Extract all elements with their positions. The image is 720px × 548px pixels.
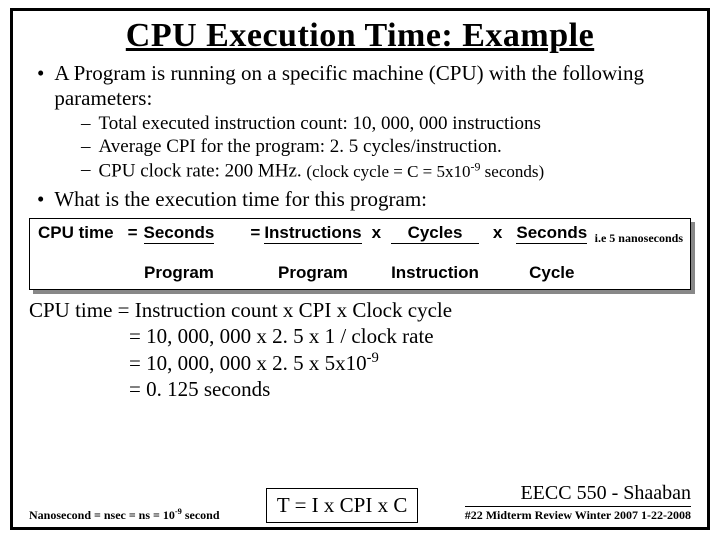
sub-3: – CPU clock rate: 200 MHz. (clock cycle … xyxy=(81,159,691,183)
sub-1: – Total executed instruction count: 10, … xyxy=(81,113,691,135)
course-label: EECC 550 - Shaaban xyxy=(465,482,691,507)
frac4: Seconds Cycle xyxy=(512,223,591,283)
l3a: = 10, 000, 000 x 2. 5 x 5x10 xyxy=(129,351,367,375)
f3bot: Instruction xyxy=(391,263,479,283)
s3c: seconds) xyxy=(480,162,544,181)
dash-icon: – xyxy=(81,113,91,135)
x2: x xyxy=(483,223,512,283)
lhs: CPU time xyxy=(38,223,128,283)
slide-title: CPU Execution Time: Example xyxy=(29,17,691,55)
x1: x xyxy=(366,223,387,283)
dash-icon: – xyxy=(81,159,91,183)
f1bot: Program xyxy=(144,263,215,283)
calc-line-4: = 0. 125 seconds xyxy=(29,377,691,402)
formula-box-wrap: CPU time = Seconds Program = Instruction… xyxy=(29,218,691,290)
f2bot: Program xyxy=(264,263,361,283)
calc-line-2: = 10, 000, 000 x 2. 5 x 1 / clock rate xyxy=(29,324,691,349)
sub-text: CPU clock rate: 200 MHz. (clock cycle = … xyxy=(99,159,545,183)
formula-table: CPU time = Seconds Program = Instruction… xyxy=(38,223,591,283)
t-formula-box: T = I x CPI x C xyxy=(266,488,418,523)
course-sub: #22 Midterm Review Winter 2007 1-22-2008 xyxy=(465,508,691,523)
slide-frame: CPU Execution Time: Example • A Program … xyxy=(10,8,710,530)
f4top: Seconds xyxy=(516,223,587,243)
f4bot: Cycle xyxy=(516,263,587,283)
dash-icon: – xyxy=(81,136,91,158)
fracline xyxy=(264,243,361,244)
eq2: = xyxy=(250,223,260,283)
fracline xyxy=(144,243,215,244)
l1: CPU time = Instruction count x CPI x Clo… xyxy=(29,298,452,323)
f2top: Instructions xyxy=(264,223,361,243)
nano-b: second xyxy=(182,508,220,522)
fracline xyxy=(391,243,479,244)
f3top: Cycles xyxy=(391,223,479,243)
fracline xyxy=(516,243,587,244)
bullet-text: What is the execution time for this prog… xyxy=(54,187,427,212)
s3a: CPU clock rate: 200 MHz. xyxy=(99,161,307,182)
frac3: Cycles Instruction xyxy=(387,223,483,283)
eq: = xyxy=(128,223,138,283)
l2: = 10, 000, 000 x 2. 5 x 1 / clock rate xyxy=(129,324,434,349)
calc-line-1: CPU time = Instruction count x CPI x Clo… xyxy=(29,298,691,323)
bullet-dot: • xyxy=(37,61,44,111)
nano-a: Nanosecond = nsec = ns = 10 xyxy=(29,508,175,522)
bullet-dot: • xyxy=(37,187,44,212)
course-box: EECC 550 - Shaaban #22 Midterm Review Wi… xyxy=(465,482,691,523)
s3b: (clock cycle = C = 5x10 xyxy=(306,162,470,181)
calc-line-3: = 10, 000, 000 x 2. 5 x 5x10-9 xyxy=(29,350,691,376)
frac1: Seconds Program xyxy=(138,223,221,283)
bullet-main-1: • A Program is running on a specific mac… xyxy=(37,61,691,111)
sub-text: Average CPI for the program: 2. 5 cycles… xyxy=(99,136,502,158)
bullet-main-2: • What is the execution time for this pr… xyxy=(37,187,691,212)
l4: = 0. 125 seconds xyxy=(129,377,270,402)
calculation: CPU time = Instruction count x CPI x Clo… xyxy=(29,298,691,402)
sub-2: – Average CPI for the program: 2. 5 cycl… xyxy=(81,136,691,158)
sub-text: Total executed instruction count: 10, 00… xyxy=(99,113,541,135)
formula-box: CPU time = Seconds Program = Instruction… xyxy=(29,218,691,290)
exp: -9 xyxy=(367,350,379,366)
footer: Nanosecond = nsec = ns = 10-9 second T =… xyxy=(29,482,691,523)
ie-note: i.e 5 nanoseconds xyxy=(595,231,683,246)
l3: = 10, 000, 000 x 2. 5 x 5x10-9 xyxy=(129,350,379,376)
frac2: Instructions Program xyxy=(260,223,365,283)
sublist: – Total executed instruction count: 10, … xyxy=(81,113,691,183)
exp: -9 xyxy=(471,159,481,173)
nanosecond-note: Nanosecond = nsec = ns = 10-9 second xyxy=(29,507,220,523)
bullet-text: A Program is running on a specific machi… xyxy=(54,61,691,111)
exp: -9 xyxy=(175,507,182,516)
f1top: Seconds xyxy=(144,223,215,243)
